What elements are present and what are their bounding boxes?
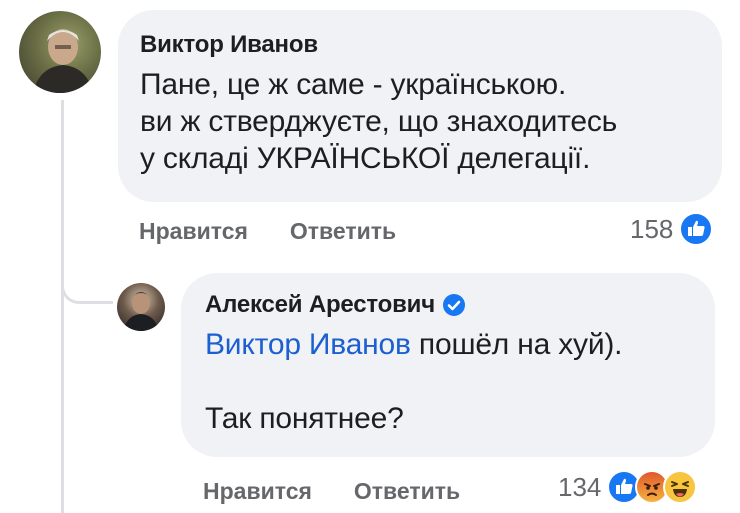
reply-header: Алексей Арестович bbox=[205, 290, 691, 320]
reaction-count: 158 bbox=[630, 213, 674, 244]
comment-line: ви ж стверджуєте, що знаходитесь bbox=[140, 105, 618, 138]
like-button[interactable]: Нравится bbox=[203, 478, 312, 505]
avatar-viktor[interactable] bbox=[19, 11, 101, 93]
comment-author[interactable]: Виктор Иванов bbox=[140, 30, 698, 60]
comment-bubble: Виктор Иванов Пане, це ж саме - українсь… bbox=[118, 10, 722, 202]
thread-line bbox=[61, 100, 64, 513]
reaction-summary[interactable]: 158 bbox=[630, 212, 714, 246]
reply-line: Так понятнее? bbox=[205, 402, 404, 435]
reply-button[interactable]: Ответить bbox=[354, 478, 460, 505]
comment-actions: Нравится Ответить bbox=[139, 218, 396, 245]
verified-badge-icon bbox=[442, 294, 465, 316]
reaction-count: 134 bbox=[558, 471, 602, 502]
reply-actions: Нравится Ответить bbox=[203, 478, 460, 505]
reply-author[interactable]: Алексей Арестович bbox=[205, 290, 435, 320]
reply-button[interactable]: Ответить bbox=[290, 218, 396, 245]
reply-line: Виктор Иванов пошёл на хуй). bbox=[205, 326, 691, 363]
avatar-aleksey[interactable] bbox=[117, 283, 165, 331]
haha-icon bbox=[663, 470, 698, 504]
comment-line: у складі УКРАЇНСЬКОЇ делегації. bbox=[140, 142, 591, 175]
comment-text: Пане, це ж саме - українською. ви ж стве… bbox=[140, 66, 698, 177]
reaction-summary[interactable]: 134 bbox=[558, 470, 698, 504]
avatar-image bbox=[123, 292, 159, 331]
thread-connector bbox=[61, 262, 113, 304]
mention-link[interactable]: Виктор Иванов bbox=[205, 328, 411, 361]
comment-line: Пане, це ж саме - українською. bbox=[140, 68, 567, 101]
like-icon bbox=[679, 212, 714, 246]
avatar-image bbox=[33, 29, 93, 93]
like-button[interactable]: Нравится bbox=[139, 218, 248, 245]
reply-line-rest: пошёл на хуй). bbox=[410, 328, 623, 361]
reply-text: Виктор Иванов пошёл на хуй). Так понятне… bbox=[205, 326, 691, 437]
comment-thread: Виктор Иванов Пане, це ж саме - українсь… bbox=[0, 0, 740, 513]
reply-bubble: Алексей Арестович Виктор Иванов пошёл на… bbox=[181, 273, 715, 457]
